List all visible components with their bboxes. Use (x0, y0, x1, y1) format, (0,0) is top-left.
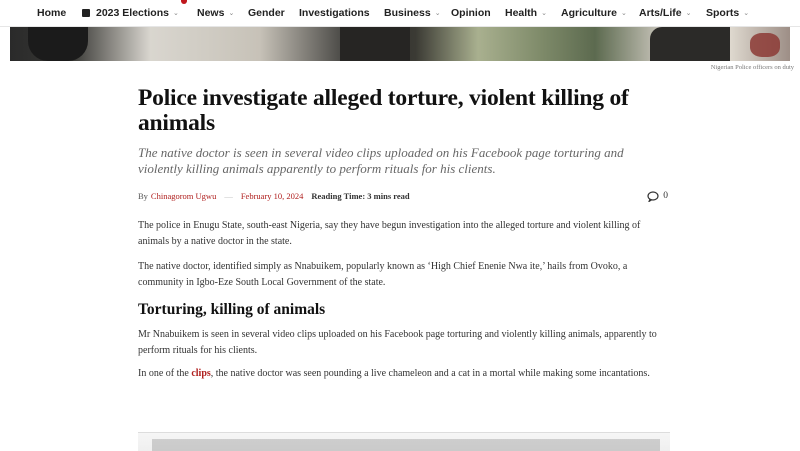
nav-item-label: Investigations (299, 7, 370, 19)
article-meta: By Chinagorom Ugwu — February 10, 2024 R… (138, 190, 670, 202)
author-link[interactable]: Chinagorom Ugwu (151, 191, 216, 201)
comment-bubble-icon (647, 190, 659, 202)
paragraph-text: In one of the (138, 368, 192, 379)
hero-figure (340, 27, 410, 61)
chevron-down-icon: ⌄ (434, 10, 441, 17)
article-paragraph: In one of the clips, the native doctor w… (138, 366, 670, 382)
chevron-down-icon: ⌄ (621, 10, 627, 17)
nav-item-label: Agriculture (561, 7, 618, 19)
chevron-down-icon: ⌄ (685, 10, 692, 17)
nav-item-sports[interactable]: Sports ⌄ (706, 0, 749, 26)
nav-item-label: 2023 Elections (96, 7, 169, 19)
comments-button[interactable]: 0 (647, 190, 668, 202)
nav-item-health[interactable]: Health ⌄ (505, 0, 547, 26)
article-paragraph: Mr Nnabuikem is seen in several video cl… (138, 329, 657, 356)
nav-item-gender[interactable]: Gender (248, 0, 285, 26)
nav-item-home[interactable]: Home (37, 0, 66, 26)
byline-prefix: By (138, 191, 148, 201)
nav-item-label: Home (37, 7, 67, 19)
article-subtitle: The native doctor is seen in several vid… (138, 145, 624, 176)
article-headline: Police investigate alleged torture, viol… (138, 85, 629, 136)
article-paragraph: The police in Enugu State, south-east Ni… (138, 220, 641, 247)
meta-separator: — (224, 191, 233, 201)
comment-count: 0 (663, 191, 668, 201)
chevron-down-icon: ⌄ (541, 10, 547, 17)
nav-item-business[interactable]: Business ⌄ (384, 0, 441, 26)
chevron-down-icon: ⌄ (172, 10, 179, 17)
nav-item-arts-life[interactable]: Arts/Life ⌄ (639, 0, 691, 26)
hero-figure (28, 27, 88, 61)
hero-figure (750, 33, 780, 57)
nav-item-label: Arts/Life (639, 7, 682, 19)
article: Police investigate alleged torture, viol… (138, 86, 670, 382)
nav-item-news[interactable]: News ⌄ (197, 0, 234, 26)
paragraph-text: , the native doctor was seen pounding a … (210, 368, 650, 379)
chevron-down-icon: ⌄ (228, 10, 235, 17)
nav-item-2023-elections[interactable]: 2023 Elections ⌄ (82, 0, 179, 26)
hero-image (10, 27, 790, 61)
next-content-preview (138, 432, 670, 451)
calendar-icon (82, 9, 90, 17)
image-caption: Nigerian Police officers on duty (710, 64, 794, 71)
reading-time: Reading Time: 3 mins read (311, 191, 410, 201)
nav-item-agriculture[interactable]: Agriculture ⌄ (561, 0, 627, 26)
nav-item-label: News (197, 7, 225, 19)
clips-link[interactable]: clips (191, 368, 210, 379)
nav-item-label: Health (505, 7, 538, 19)
nav-item-opinion[interactable]: Opinion (451, 0, 491, 26)
preview-image (152, 439, 660, 451)
nav-item-investigations[interactable]: Investigations (299, 0, 370, 26)
publish-date[interactable]: February 10, 2024 (241, 191, 304, 201)
nav-item-label: Business (384, 7, 431, 19)
hero-figure (650, 27, 730, 61)
nav-item-label: Sports (706, 7, 740, 19)
section-heading: Torturing, killing of animals (138, 301, 326, 318)
nav-item-label: Opinion (451, 7, 491, 19)
chevron-down-icon: ⌄ (743, 10, 750, 17)
article-paragraph: The native doctor, identified simply as … (138, 261, 628, 288)
nav-item-label: Gender (248, 7, 285, 19)
main-nav: Home 2023 Elections ⌄ News ⌄ Gender Investigat… (0, 0, 800, 27)
